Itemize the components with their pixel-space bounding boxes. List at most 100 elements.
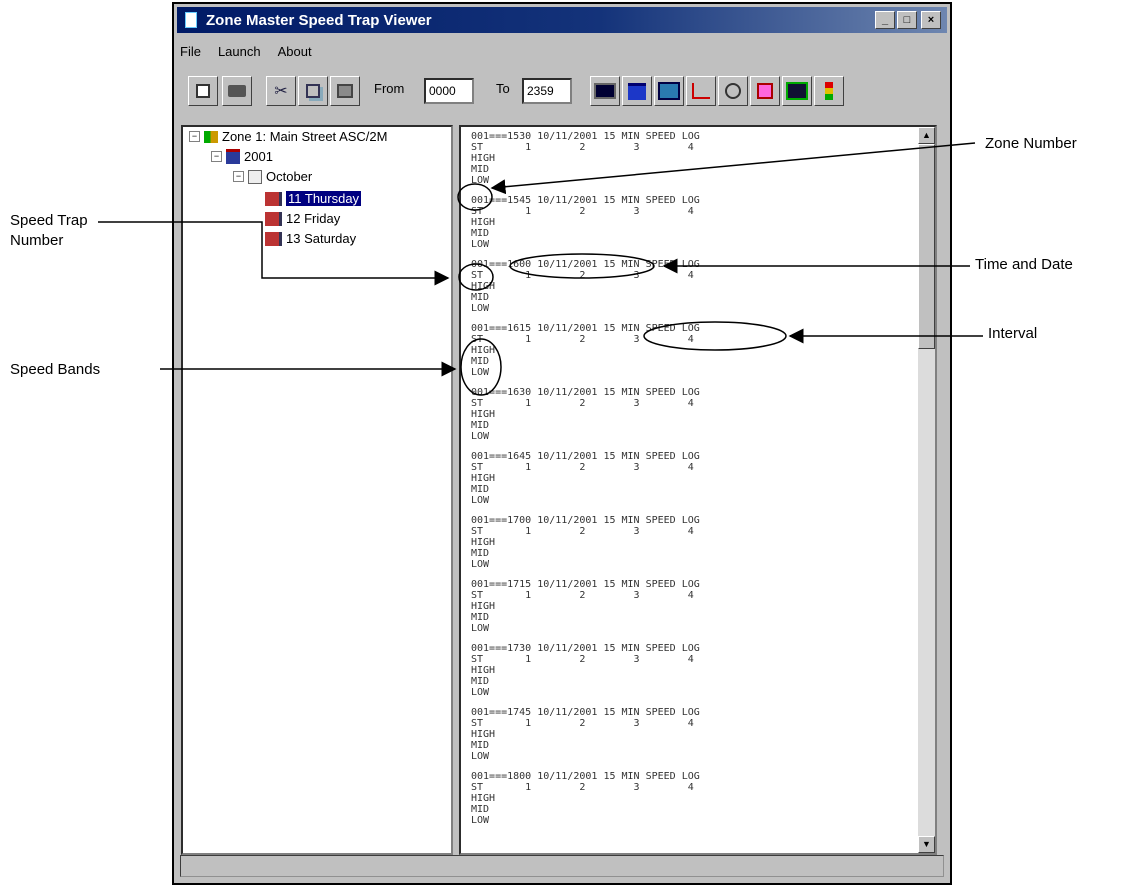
log-high-row: HIGH [471,537,496,548]
log-st-row: ST 1 2 3 4 [471,654,694,665]
from-label: From [374,81,405,96]
vertical-scrollbar[interactable]: ▲ ▼ [918,127,935,853]
cut-button[interactable]: ✂ [266,76,296,106]
open-icon [196,84,210,98]
annotation-zone-number: Zone Number [985,135,1077,152]
log-mid-row: MID [471,676,490,687]
log-text: 001===1530 10/11/2001 15 MIN SPEED LOG ST… [471,131,901,835]
copy-button[interactable] [298,76,328,106]
annotation-speed-trap-number-line2: Number [10,232,64,249]
log-header-line: 001===1800 10/11/2001 15 MIN SPEED LOG [471,771,700,782]
day-label-selected: 11 Thursday [286,191,362,206]
log-st-row: ST 1 2 3 4 [471,462,694,473]
calendar-month-icon [248,169,262,184]
to-label: To [496,81,510,96]
log-high-row: HIGH [471,217,496,228]
from-time-field[interactable] [424,78,474,104]
day-label: 12 Friday [286,211,341,226]
zone-label: Zone 1: Main Street ASC/2M [222,129,388,144]
log-low-row: LOW [471,687,490,698]
calendar-button[interactable] [750,76,780,106]
log-high-row: HIGH [471,665,496,676]
collapse-icon[interactable]: − [211,151,222,162]
log-mid-row: MID [471,292,490,303]
log-st-row: ST 1 2 3 4 [471,526,694,537]
log-entry: 001===1630 10/11/2001 15 MIN SPEED LOG ST… [471,387,901,451]
log-mid-row: MID [471,548,490,559]
collapse-icon[interactable]: − [233,171,244,182]
log-st-row: ST 1 2 3 4 [471,782,694,793]
log-header-line: 001===1615 10/11/2001 15 MIN SPEED LOG [471,323,700,334]
log-st-row: ST 1 2 3 4 [471,334,694,345]
to-time-field[interactable] [522,78,572,104]
clock-icon [725,83,741,99]
tree-month[interactable]: − October [233,169,312,184]
annotation-speed-trap-number: Speed Trap [10,212,88,229]
log-low-row: LOW [471,751,490,762]
log-header-line: 001===1715 10/11/2001 15 MIN SPEED LOG [471,579,700,590]
window-icon [628,82,646,100]
log-entry: 001===1530 10/11/2001 15 MIN SPEED LOG ST… [471,131,901,195]
log-entry: 001===1700 10/11/2001 15 MIN SPEED LOG ST… [471,515,901,579]
tree-day-13[interactable]: 13 Saturday [265,231,356,246]
log-mid-row: MID [471,484,490,495]
menu-file[interactable]: File [180,44,201,59]
clock-button[interactable] [718,76,748,106]
log-st-row: ST 1 2 3 4 [471,270,694,281]
calendar-icon [757,83,773,99]
speed-log-pane[interactable]: 001===1530 10/11/2001 15 MIN SPEED LOG ST… [459,125,937,855]
log-file-icon [265,211,282,226]
log-entry: 001===1545 10/11/2001 15 MIN SPEED LOG ST… [471,195,901,259]
log-mid-row: MID [471,420,490,431]
copy-icon [306,84,320,98]
log-mid-row: MID [471,356,490,367]
graph-button[interactable] [686,76,716,106]
traffic-light-button[interactable] [814,76,844,106]
display-button[interactable] [782,76,812,106]
month-label: October [266,169,313,184]
scroll-down-icon[interactable]: ▼ [918,836,935,853]
annotation-speed-bands: Speed Bands [10,361,101,378]
log-header-line: 001===1700 10/11/2001 15 MIN SPEED LOG [471,515,700,526]
log-high-row: HIGH [471,473,496,484]
minimize-button[interactable]: _ [875,11,895,29]
table-view-button[interactable] [654,76,684,106]
log-entry: 001===1745 10/11/2001 15 MIN SPEED LOG ST… [471,707,901,771]
app-icon [185,12,197,28]
day-label: 13 Saturday [286,231,357,246]
log-header-line: 001===1745 10/11/2001 15 MIN SPEED LOG [471,707,700,718]
scroll-thumb[interactable] [918,144,935,349]
tree-zone[interactable]: − Zone 1: Main Street ASC/2M [189,129,387,144]
print-button[interactable] [222,76,252,106]
menu-about[interactable]: About [278,44,312,59]
paste-button[interactable] [330,76,360,106]
log-st-row: ST 1 2 3 4 [471,142,694,153]
zone-view-button[interactable] [590,76,620,106]
close-button[interactable]: × [921,11,941,29]
log-low-row: LOW [471,559,490,570]
log-header-line: 001===1630 10/11/2001 15 MIN SPEED LOG [471,387,700,398]
log-high-row: HIGH [471,729,496,740]
log-mid-row: MID [471,740,490,751]
log-low-row: LOW [471,303,490,314]
log-high-row: HIGH [471,281,496,292]
tree-year[interactable]: − 2001 [211,149,273,164]
tree-day-11[interactable]: 11 Thursday [265,191,362,206]
maximize-button[interactable]: □ [897,11,917,29]
log-low-row: LOW [471,495,490,506]
scroll-up-icon[interactable]: ▲ [918,127,935,144]
annotation-interval: Interval [988,325,1038,342]
all-zones-button[interactable] [622,76,652,106]
menu-launch[interactable]: Launch [218,44,261,59]
log-header-line: 001===1545 10/11/2001 15 MIN SPEED LOG [471,195,700,206]
collapse-icon[interactable]: − [189,131,200,142]
log-mid-row: MID [471,612,490,623]
log-low-row: LOW [471,175,490,186]
log-mid-row: MID [471,804,490,815]
open-button[interactable] [188,76,218,106]
tree-day-12[interactable]: 12 Friday [265,211,340,226]
title-bar: Zone Master Speed Trap Viewer _ □ × [177,7,947,33]
log-header-line: 001===1600 10/11/2001 15 MIN SPEED LOG [471,259,700,270]
traffic-light-icon [825,82,833,100]
chart-icon [692,83,710,99]
